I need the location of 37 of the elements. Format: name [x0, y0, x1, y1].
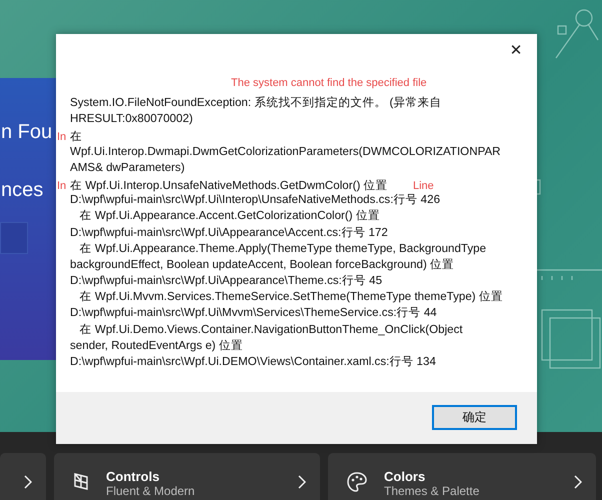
- palette-icon: [346, 470, 368, 492]
- error-text-line: backgroundEffect, Boolean updateAccent, Boolean forceBackground) 位置: [70, 256, 454, 273]
- nav-card[interactable]: Controls Fluent & Modern: [54, 453, 320, 500]
- annotation-text: The system cannot find the specified file: [231, 77, 428, 89]
- card-title: Colors: [384, 469, 426, 485]
- error-text-line: sender, RoutedEventArgs e) 位置: [70, 338, 243, 354]
- error-text-line: System.IO.FileNotFoundException: 系统找不到指定的文件。 (异常来自: [70, 95, 442, 111]
- error-text-line: D:\wpf\wpfui-main\src\Wpf.Ui\Interop\UnsafeNativeMethods.cs:行号 426: [70, 192, 440, 208]
- error-text-line: Wpf.Ui.Interop.Dwmapi.DwmGetColorizationParameters(DWMCOLORIZATIONPAR: [70, 144, 501, 160]
- annotation-text: In: [57, 180, 66, 192]
- banner-title: nces: [1, 178, 44, 202]
- error-text-line: D:\wpf\wpfui-main\src\Wpf.Ui\Appearance\Accent.cs:行号 172: [70, 224, 388, 240]
- wireframe-icon: [72, 470, 90, 492]
- error-text-line: D:\wpf\wpfui-main\src\Wpf.Ui.DEMO\Views\Container.xaml.cs:行号 134: [70, 354, 436, 370]
- error-text-line: 在 Wpf.Ui.Appearance.Accent.GetColorizationColor() 位置: [78, 208, 380, 224]
- error-text-line: 在 Wpf.Ui.Mvvm.Services.ThemeService.SetTheme(ThemeType themeType) 位置: [78, 289, 503, 306]
- error-text-line: 在 Wpf.Ui.Interop.UnsafeNativeMethods.GetDwmColor() 位置: [70, 178, 388, 194]
- chevron-right-icon: [574, 474, 582, 488]
- error-text-line: 在 Wpf.Ui.Appearance.Theme.Apply(ThemeType themeType, BackgroundType: [78, 240, 486, 257]
- annotation-text: Line: [413, 180, 434, 192]
- error-text-line: D:\wpf\wpfui-main\src\Wpf.Ui\Appearance\Theme.cs:行号 45: [70, 273, 382, 290]
- error-text-line: 在: [70, 129, 82, 146]
- annotation-text: In: [57, 131, 66, 144]
- nav-card[interactable]: Colors Themes & Palette: [328, 453, 596, 500]
- close-button[interactable]: ✕: [503, 39, 529, 61]
- error-text-line: D:\wpf\wpfui-main\src\Wpf.Ui\Mvvm\Services\ThemeService.cs:行号 44: [70, 305, 437, 322]
- ok-button[interactable]: 确定: [432, 405, 517, 430]
- error-text-line: AMS& dwParameters): [70, 160, 185, 176]
- nav-card[interactable]: [0, 453, 46, 500]
- chevron-right-icon: [298, 474, 306, 488]
- card-title: Controls: [106, 469, 160, 485]
- banner-title: n Fou: [1, 120, 52, 144]
- error-text-line: HRESULT:0x80070002): [70, 111, 193, 128]
- chevron-right-icon: [24, 474, 32, 488]
- card-subtitle: Themes & Palette: [384, 485, 480, 498]
- card-subtitle: Fluent & Modern: [106, 485, 196, 498]
- error-text-line: 在 Wpf.Ui.Demo.Views.Container.NavigationButtonTheme_OnClick(Object: [78, 322, 463, 338]
